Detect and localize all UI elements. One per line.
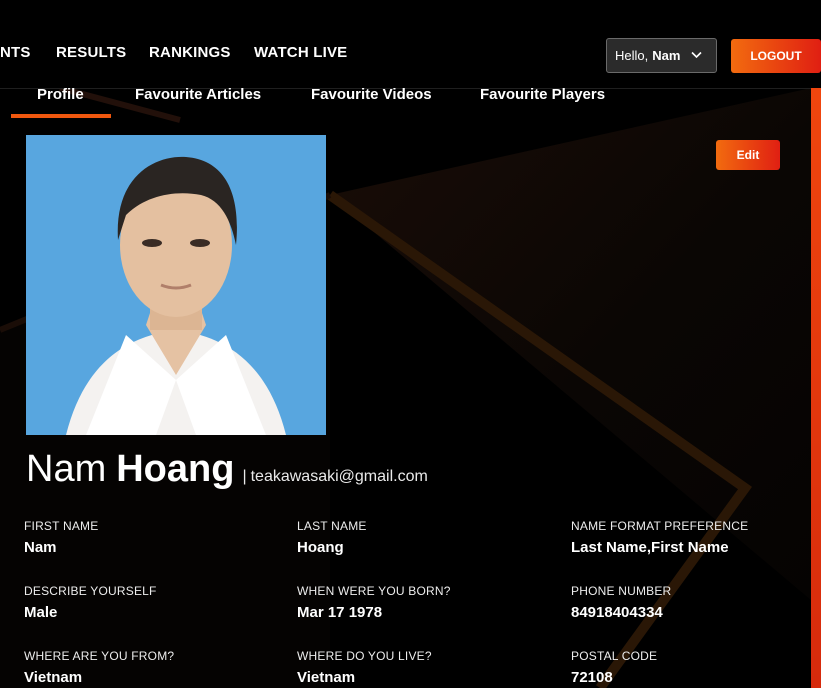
field-value: Hoang bbox=[297, 539, 344, 556]
field-value: Male bbox=[24, 604, 58, 621]
field-label: FIRST NAME bbox=[24, 519, 99, 533]
field-first-name: FIRST NAME Nam bbox=[24, 519, 98, 556]
tab-profile[interactable]: Profile bbox=[37, 86, 84, 116]
field-label: LAST NAME bbox=[297, 519, 367, 533]
tab-favourite-players[interactable]: Favourite Players bbox=[480, 86, 605, 116]
right-accent-bar bbox=[811, 88, 821, 688]
field-value: Mar 17 1978 bbox=[297, 604, 383, 621]
tab-favourite-articles[interactable]: Favourite Articles bbox=[135, 86, 261, 116]
field-phone-number: PHONE NUMBER 84918404334 bbox=[571, 584, 671, 621]
field-value: 72108 bbox=[571, 669, 613, 686]
field-label: PHONE NUMBER bbox=[571, 584, 672, 598]
logout-button[interactable]: LOGOUT bbox=[731, 39, 821, 73]
field-value: Nam bbox=[24, 539, 57, 556]
field-value: Vietnam bbox=[297, 669, 356, 686]
field-where-live: WHERE DO YOU LIVE? Vietnam bbox=[297, 649, 432, 686]
field-label: WHEN WERE YOU BORN? bbox=[297, 584, 451, 598]
top-nav-bar: NTS RESULTS RANKINGS WATCH LIVE Hello, N… bbox=[0, 0, 821, 89]
profile-first-name: Nam bbox=[26, 448, 107, 490]
edit-profile-button[interactable]: Edit bbox=[716, 140, 780, 170]
nav-item-results[interactable]: RESULTS bbox=[56, 44, 126, 61]
nav-item-rankings[interactable]: RANKINGS bbox=[149, 44, 231, 61]
nav-item-events[interactable]: NTS bbox=[0, 44, 31, 61]
chevron-down-icon bbox=[691, 51, 702, 59]
nav-item-watch-live[interactable]: WATCH LIVE bbox=[254, 44, 347, 61]
field-name-format-preference: NAME FORMAT PREFERENCE Last Name,First N… bbox=[571, 519, 748, 556]
field-label: DESCRIBE YOURSELF bbox=[24, 584, 157, 598]
email-separator: | bbox=[242, 468, 247, 485]
active-tab-indicator bbox=[11, 114, 111, 118]
profile-name-line: Nam Hoang | teakawasaki@gmail.com bbox=[26, 448, 428, 491]
field-label: NAME FORMAT PREFERENCE bbox=[571, 519, 749, 533]
field-label: WHERE ARE YOU FROM? bbox=[24, 649, 175, 663]
field-label: POSTAL CODE bbox=[571, 649, 658, 663]
tab-favourite-videos[interactable]: Favourite Videos bbox=[311, 86, 432, 116]
field-value: Vietnam bbox=[24, 669, 83, 686]
user-greeting: Hello, bbox=[615, 48, 649, 63]
user-menu-dropdown[interactable]: Hello, Nam bbox=[606, 38, 717, 73]
field-value: 84918404334 bbox=[571, 604, 663, 621]
field-postal-code: POSTAL CODE 72108 bbox=[571, 649, 657, 686]
user-name: Nam bbox=[652, 48, 681, 63]
field-describe-yourself: DESCRIBE YOURSELF Male bbox=[24, 584, 157, 621]
field-last-name: LAST NAME Hoang bbox=[297, 519, 367, 556]
field-value: Last Name,First Name bbox=[571, 539, 729, 556]
field-birth-date: WHEN WERE YOU BORN? Mar 17 1978 bbox=[297, 584, 451, 621]
profile-last-name: Hoang bbox=[116, 448, 235, 490]
profile-email: teakawasaki@gmail.com bbox=[250, 468, 428, 485]
field-where-from: WHERE ARE YOU FROM? Vietnam bbox=[24, 649, 174, 686]
field-label: WHERE DO YOU LIVE? bbox=[297, 649, 432, 663]
profile-photo bbox=[26, 135, 326, 435]
portrait-image bbox=[26, 135, 326, 435]
